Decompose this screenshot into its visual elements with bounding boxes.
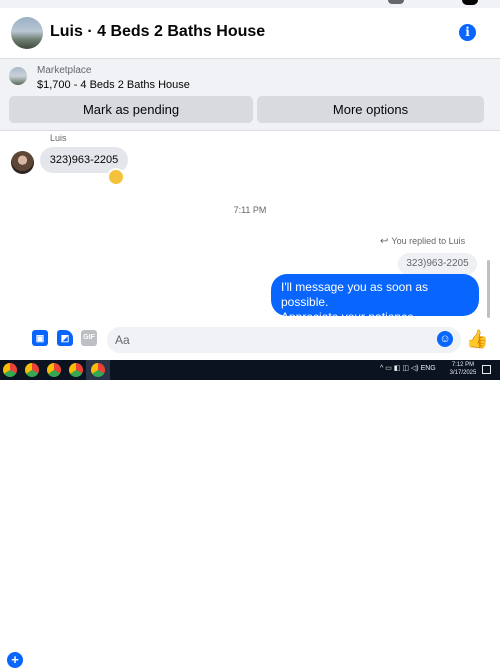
close-icon[interactable] (462, 0, 478, 5)
reply-context: ↩ You replied to Luis (380, 236, 465, 247)
clock-date: 3/17/2025 (449, 370, 477, 376)
clock-time: 7:12 PM (451, 362, 475, 368)
chrome-taskbar-icon[interactable] (91, 363, 105, 377)
listing-thumbnail[interactable] (9, 67, 27, 85)
quoted-message[interactable]: 323)963-2205 (398, 253, 477, 275)
like-thumb-icon[interactable]: 👍 (466, 329, 488, 349)
language-indicator[interactable]: ENG (421, 365, 436, 372)
conversation-header: Luis · 4 Beds 2 Baths House i (0, 8, 500, 59)
outgoing-message-bubble[interactable]: I'll message you as soon as possible. Ap… (271, 274, 479, 324)
notification-icon[interactable] (482, 365, 491, 374)
plus-icon[interactable]: + (7, 652, 23, 668)
system-tray[interactable]: ^ ▭ ◧ ◫ ◁) ENG (380, 364, 436, 372)
chrome-taskbar-icon[interactable] (25, 363, 39, 377)
listing-detail[interactable]: $1,700 - 4 Beds 2 Baths House (37, 79, 190, 91)
minimize-icon[interactable] (388, 0, 404, 4)
sender-name: Luis (50, 133, 67, 143)
marketplace-listing-panel: Marketplace $1,700 - 4 Beds 2 Baths Hous… (0, 59, 500, 131)
chrome-taskbar-icon[interactable] (47, 363, 61, 377)
os-taskbar: ^ ▭ ◧ ◫ ◁) ENG 7:12 PM 3/17/2025 (0, 360, 500, 380)
message-timestamp: 7:11 PM (233, 205, 267, 215)
reaction-emoji-icon[interactable] (107, 168, 125, 186)
scrollbar-thumb[interactable] (487, 260, 490, 318)
sender-avatar[interactable] (11, 151, 34, 174)
conversation-title[interactable]: Luis · 4 Beds 2 Baths House (50, 23, 265, 41)
listing-label: Marketplace (37, 65, 92, 76)
chrome-taskbar-icon[interactable] (69, 363, 83, 377)
outgoing-message-line-1: I'll message you as soon as possible. (281, 280, 429, 309)
reply-arrow-icon: ↩ (380, 236, 389, 247)
info-icon[interactable]: i (459, 24, 476, 41)
photo-icon[interactable]: ▣ (32, 330, 48, 346)
reply-context-label: You replied to Luis (391, 236, 466, 246)
contact-avatar[interactable] (11, 17, 43, 49)
sticker-icon[interactable]: ◩ (57, 330, 73, 346)
message-input[interactable]: Aa (107, 327, 461, 353)
more-options-button[interactable]: More options (257, 96, 484, 123)
message-composer: + ▣ ◩ GIF Aa ☺ 👍 (0, 322, 500, 668)
taskbar-clock[interactable]: 7:12 PM 3/17/2025 (446, 361, 480, 377)
emoji-icon[interactable]: ☺ (437, 331, 453, 347)
window-top-strip (0, 0, 500, 8)
mark-as-pending-button[interactable]: Mark as pending (9, 96, 253, 123)
gif-icon[interactable]: GIF (81, 330, 97, 346)
chrome-taskbar-icon[interactable] (3, 363, 17, 377)
